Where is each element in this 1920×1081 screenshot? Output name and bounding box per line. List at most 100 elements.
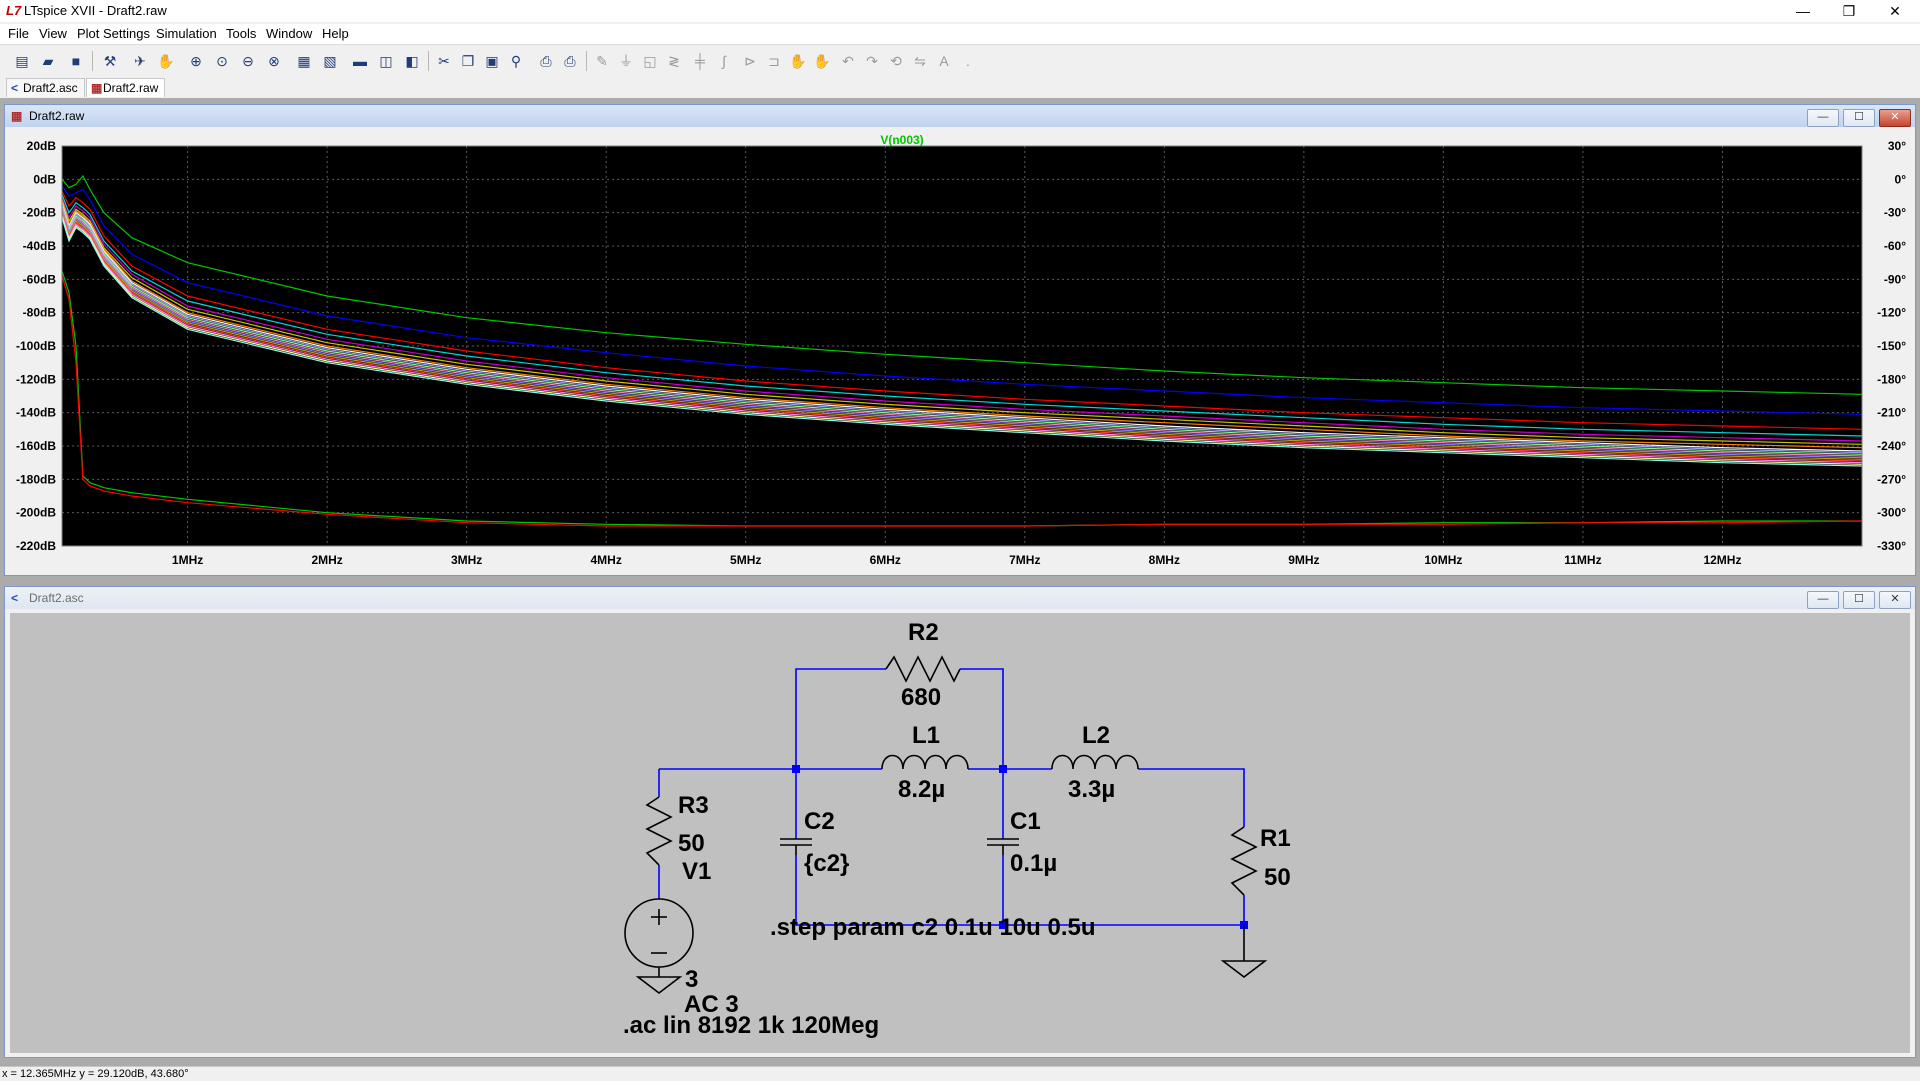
menu-bar: File View Plot Settings Simulation Tools… [0,24,1920,44]
v1-name-label[interactable]: V1 [682,858,711,885]
tile-vertical-icon[interactable]: ◧ [402,51,422,71]
ground-symbol[interactable] [635,976,683,995]
close-button[interactable]: ✕ [1872,0,1918,22]
label-net-icon[interactable]: ◱ [640,51,660,71]
ground-symbol[interactable] [1220,925,1268,979]
menu-tools[interactable]: Tools [226,26,256,42]
waveform-minimize-button[interactable]: — [1807,109,1839,127]
autorange-icon[interactable]: ▦ [294,51,314,71]
waveform-window-titlebar[interactable]: ▦ Draft2.raw — ☐ ✕ [5,105,1915,127]
pan-hand-icon[interactable]: ✋ [156,51,176,71]
print-icon[interactable]: ⎙ [560,51,580,71]
inductor-l2[interactable] [1051,754,1139,770]
l2-name-label[interactable]: L2 [1082,722,1110,749]
x-tick-label: 3MHz [451,553,482,567]
status-bar: x = 12.365MHz y = 29.120dB, 43.680° [0,1066,1920,1081]
ltspice-app-icon[interactable]: L7 [6,4,22,18]
v1-value-label[interactable]: 3 [685,966,698,993]
cut-icon[interactable]: ✂ [434,51,454,71]
rotate-icon[interactable]: ⟲ [886,51,906,71]
zoom-area-icon[interactable]: ⊙ [212,51,232,71]
menu-simulation[interactable]: Simulation [156,26,217,42]
tab-draft2-raw[interactable]: ▦Draft2.raw [86,78,166,97]
wire[interactable] [1138,768,1245,827]
zoom-fit-icon[interactable]: ⊗ [264,51,284,71]
ground-icon[interactable]: ⏚ [616,51,636,71]
wire[interactable] [795,668,886,769]
schematic-canvas[interactable]: R2 680 L1 8.2µ L2 3.3µ R3 50 C2 {c2} C1 … [10,613,1910,1053]
r1-name-label[interactable]: R1 [1260,825,1291,852]
ac-directive[interactable]: .ac lin 8192 1k 120Meg [623,1012,879,1039]
x-tick-label: 8MHz [1149,553,1180,567]
mark-unsorted-icon[interactable]: ▧ [320,51,340,71]
resistor-r3[interactable] [645,796,673,866]
c2-name-label[interactable]: C2 [804,808,835,835]
menu-window[interactable]: Window [266,26,312,42]
menu-help[interactable]: Help [322,26,349,42]
y2-tick-label: -270° [1877,472,1906,486]
copy-icon[interactable]: ❐ [458,51,478,71]
voltage-source-v1[interactable] [624,898,694,977]
menu-plot-settings[interactable]: Plot Settings [77,26,150,42]
find-icon[interactable]: ⚲ [506,51,526,71]
title-bar: L7 LTspice XVII - Draft2.raw — ❐ ✕ [0,0,1920,22]
open-folder-icon[interactable]: ▰ [38,51,58,71]
spice-directive-icon[interactable]: . [958,51,978,71]
waveform-chart[interactable]: 20dB 30° 0dB 0° -20dB -30° -40dB -60° -60dB -90° -… [10,130,1910,572]
waveform-close-button[interactable]: ✕ [1879,109,1911,127]
c1-value-label[interactable]: 0.1µ [1010,850,1057,877]
minimize-button[interactable]: — [1780,0,1826,22]
inductor-l1[interactable] [881,754,969,770]
l1-name-label[interactable]: L1 [912,722,940,749]
save-icon[interactable]: ■ [66,51,86,71]
c1-name-label[interactable]: C1 [1010,808,1041,835]
waveform-plot-pane[interactable]: 20dB 30° 0dB 0° -20dB -30° -40dB -60° -60dB -90° -… [10,130,1910,572]
resistor-r1[interactable] [1230,826,1258,896]
schematic-maximize-button[interactable]: ☐ [1843,591,1875,609]
schematic-minimize-button[interactable]: — [1807,591,1839,609]
drag-hand-icon[interactable]: ✋ [812,51,832,71]
capacitor-icon[interactable]: ╪ [690,51,710,71]
l2-value-label[interactable]: 3.3µ [1068,776,1115,803]
l1-value-label[interactable]: 8.2µ [898,776,945,803]
schematic-close-button[interactable]: ✕ [1879,591,1911,609]
diode-icon[interactable]: ⊳ [740,51,760,71]
step-directive[interactable]: .step param c2 0.1u 10u 0.5u [770,914,1096,941]
text-icon[interactable]: A [934,51,954,71]
y2-tick-label: -30° [1884,206,1906,220]
wire[interactable] [960,668,1004,769]
trace-label[interactable]: V(n003) [880,133,923,147]
zoom-in-icon[interactable]: ⊕ [186,51,206,71]
restore-button[interactable]: ❐ [1826,0,1872,22]
mirror-icon[interactable]: ⇋ [910,51,930,71]
menu-view[interactable]: View [39,26,67,42]
r3-name-label[interactable]: R3 [678,792,709,819]
wire-icon[interactable]: ✎ [592,51,612,71]
undo-icon[interactable]: ↶ [838,51,858,71]
move-hand-icon[interactable]: ✋ [788,51,808,71]
zoom-out-icon[interactable]: ⊖ [238,51,258,71]
resistor-r2[interactable] [885,655,961,683]
resistor-icon[interactable]: ≷ [664,51,684,71]
r2-value-label[interactable]: 680 [901,684,941,711]
inductor-icon[interactable]: ∫ [714,51,734,71]
redo-icon[interactable]: ↷ [862,51,882,71]
run-icon[interactable]: ✈ [130,51,150,71]
menu-file[interactable]: File [8,26,29,42]
x-tick-label: 11MHz [1564,553,1601,567]
r1-value-label[interactable]: 50 [1264,864,1291,891]
paste-icon[interactable]: ▣ [482,51,502,71]
r3-value-label[interactable]: 50 [678,830,705,857]
print-setup-icon[interactable]: ⎙ [536,51,556,71]
c2-value-label[interactable]: {c2} [804,850,849,877]
schematic-window-titlebar[interactable]: < Draft2.asc — ☐ ✕ [5,587,1915,609]
tile-horizontal-icon[interactable]: ▬ [350,51,370,71]
new-schematic-icon[interactable]: ▤ [12,51,32,71]
component-icon[interactable]: ⊐ [764,51,784,71]
tab-draft2-asc[interactable]: < Draft2.asc [6,78,85,97]
waveform-maximize-button[interactable]: ☐ [1843,109,1875,127]
control-panel-icon[interactable]: ⚒ [100,51,120,71]
schematic-drawing[interactable]: R2 680 L1 8.2µ L2 3.3µ R3 50 C2 {c2} C1 … [10,613,1910,1053]
cascade-icon[interactable]: ◫ [376,51,396,71]
r2-name-label[interactable]: R2 [908,619,939,646]
